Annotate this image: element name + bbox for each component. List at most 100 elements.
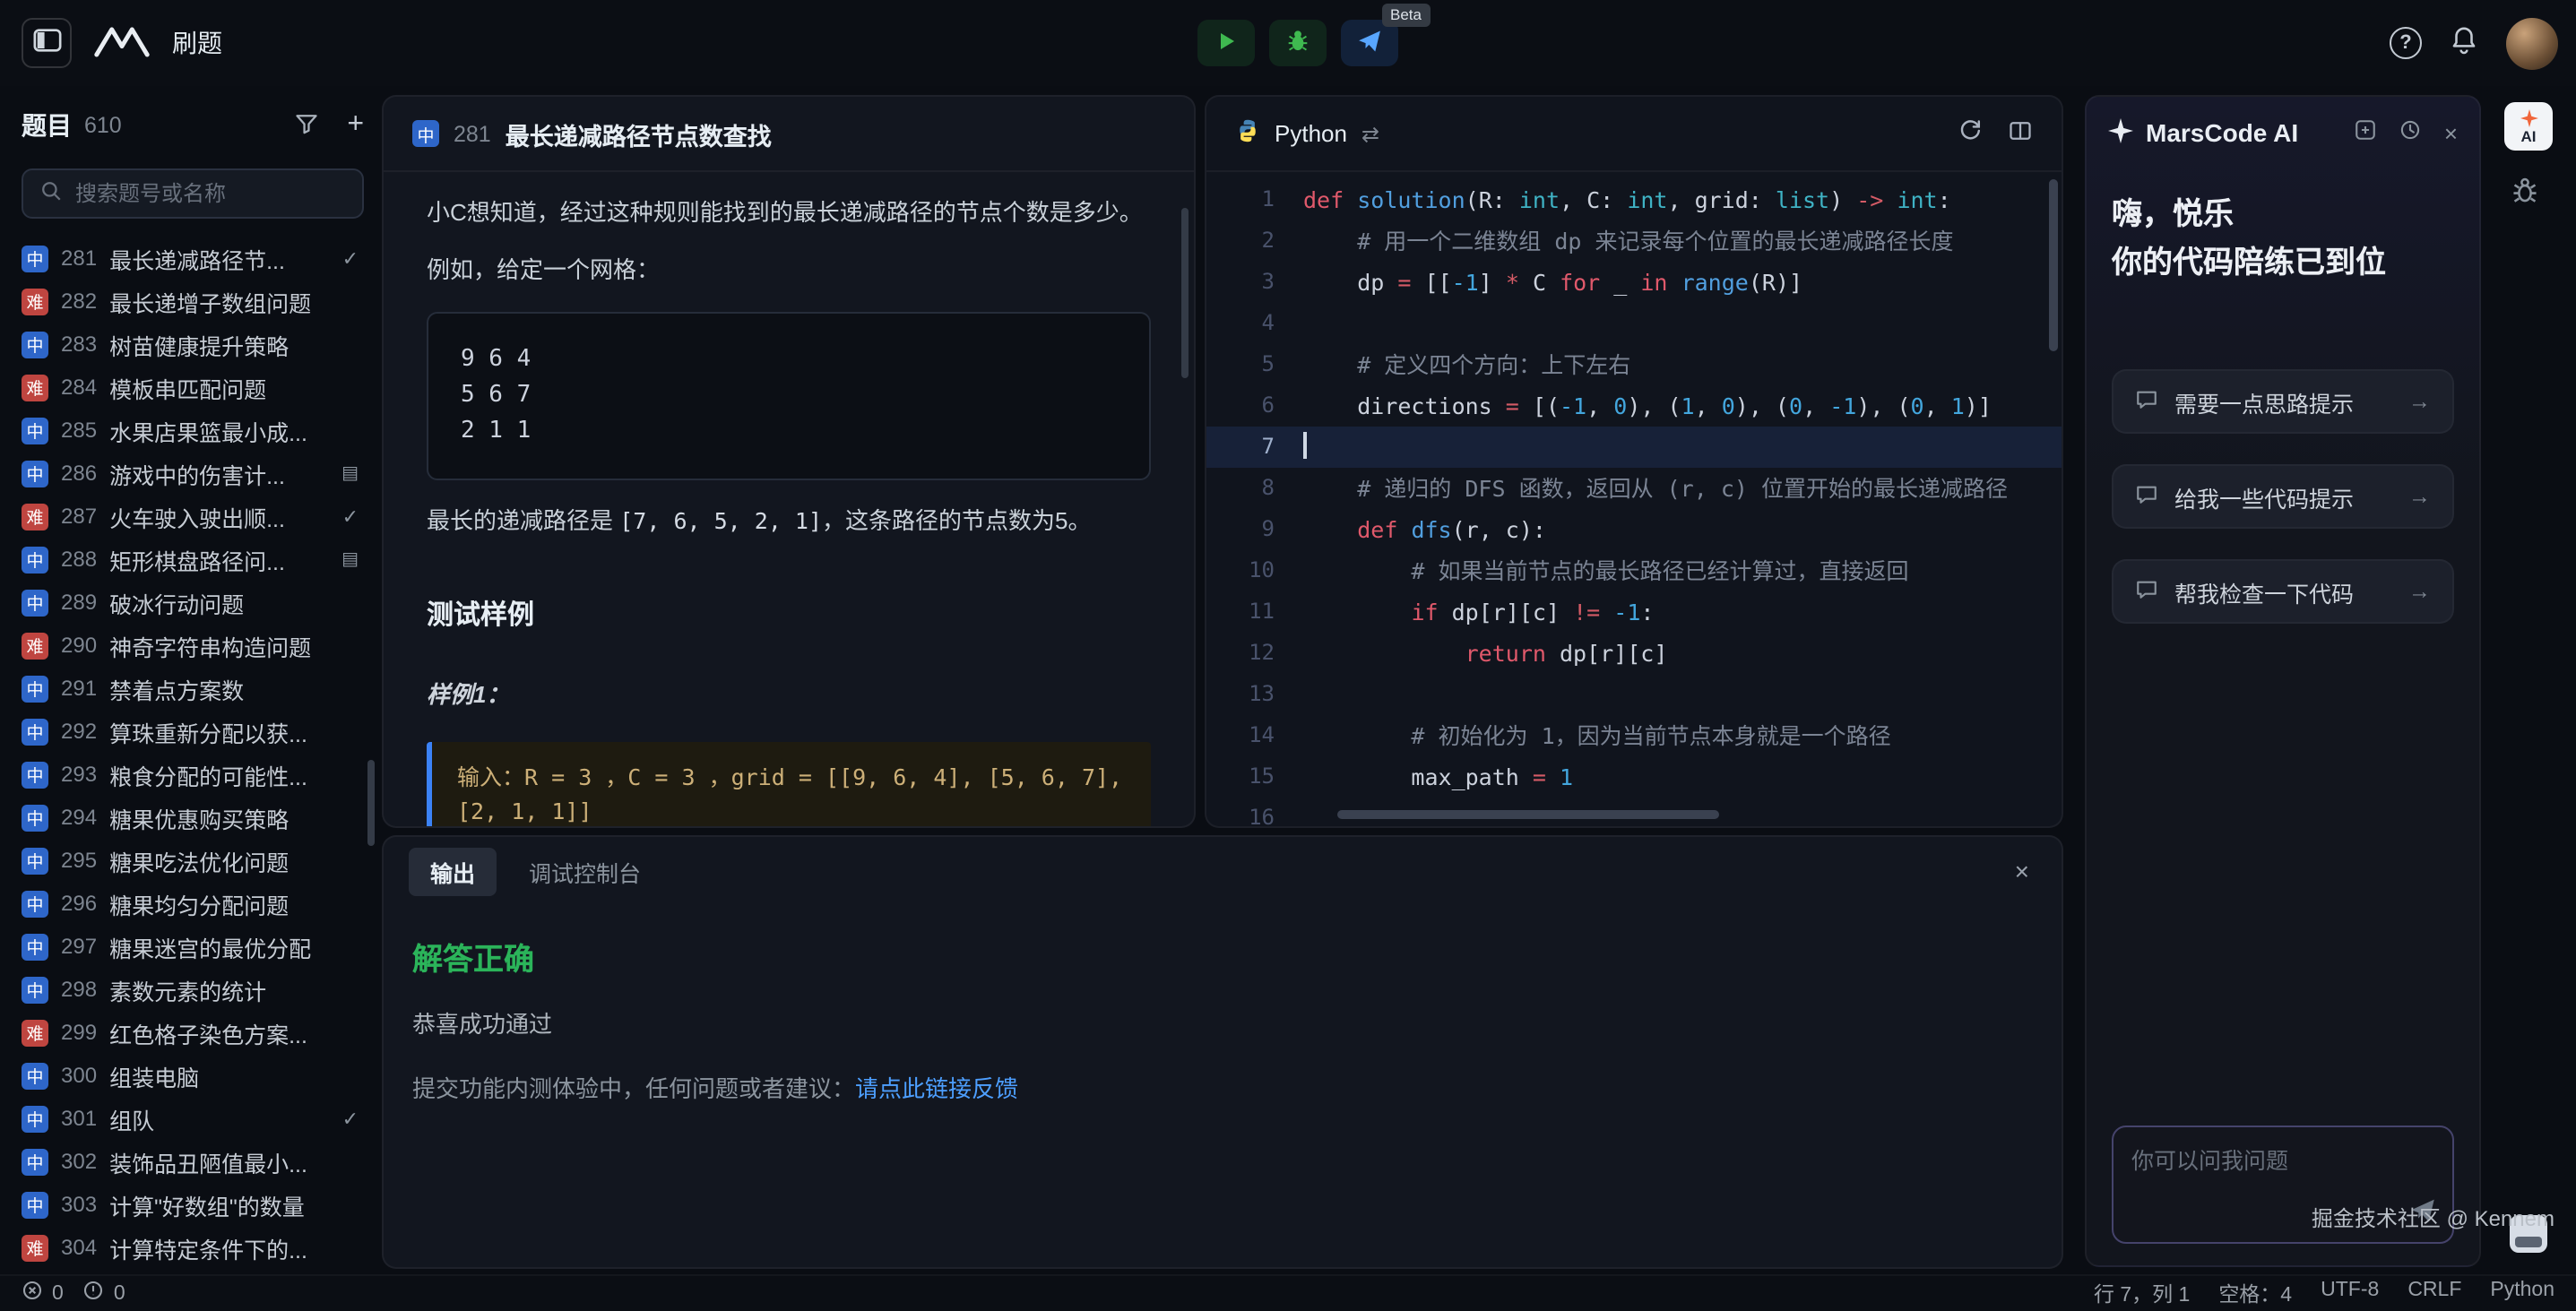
editor-horizontal-scrollbar[interactable] bbox=[1337, 810, 1719, 819]
problem-list-item[interactable]: 中 300 组装电脑 bbox=[22, 1054, 364, 1097]
logo-icon bbox=[93, 22, 151, 64]
problem-list-item[interactable]: 难 287 火车驶入驶出顺... ✓ bbox=[22, 495, 364, 538]
marscode-header: MarsCode AI × bbox=[2087, 97, 2479, 168]
problem-title: 禁着点方案数 bbox=[109, 671, 364, 705]
problem-list-item[interactable]: 中 296 糖果均匀分配问题 bbox=[22, 882, 364, 925]
close-marscode-icon[interactable]: × bbox=[2444, 119, 2458, 146]
problem-list-item[interactable]: 中 294 糖果优惠购买策略 bbox=[22, 796, 364, 839]
sidebar-scrollbar[interactable] bbox=[367, 760, 375, 846]
problem-list-item[interactable]: 难 290 神奇字符串构造问题 bbox=[22, 624, 364, 667]
statusbar-right: 行 7，列 1 空格：4 UTF-8 CRLF Python bbox=[2094, 1279, 2554, 1307]
problem-list-item[interactable]: 中 286 游戏中的伤害计... ▤ bbox=[22, 452, 364, 495]
output-body: 解答正确 恭喜成功通过 提交功能内测体验中，任何问题或者建议：请点此链接反馈 bbox=[384, 905, 2062, 1111]
chat-bubble-icon bbox=[2135, 387, 2158, 416]
cursor-position[interactable]: 行 7，列 1 bbox=[2094, 1279, 2190, 1307]
eol-setting[interactable]: CRLF bbox=[2407, 1279, 2461, 1307]
feedback-link[interactable]: 请点此链接反馈 bbox=[855, 1075, 1018, 1102]
notifications-bell-icon[interactable] bbox=[2449, 25, 2479, 61]
layout-icon[interactable] bbox=[2008, 118, 2033, 149]
problem-list-item[interactable]: 中 293 粮食分配的可能性... bbox=[22, 753, 364, 796]
problem-status-icon: ▤ bbox=[341, 463, 359, 483]
suggestion-review-button[interactable]: 帮我检查一下代码 → bbox=[2112, 559, 2454, 624]
history-icon[interactable] bbox=[2399, 118, 2423, 147]
problem-list-item[interactable]: 中 283 树苗健康提升策略 bbox=[22, 323, 364, 366]
problem-id: 295 bbox=[61, 848, 97, 873]
code-line[interactable]: 11 if dp[r][c] != -1: bbox=[1206, 591, 2062, 633]
run-button[interactable] bbox=[1197, 20, 1255, 66]
code-line[interactable]: 12 return dp[r][c] bbox=[1206, 633, 2062, 674]
filter-icon[interactable] bbox=[293, 110, 318, 141]
problem-list-item[interactable]: 中 302 装饰品丑陋值最小... bbox=[22, 1140, 364, 1183]
topbar-right: ? bbox=[2390, 0, 2558, 86]
sidebar-toggle-button[interactable] bbox=[22, 18, 72, 68]
problem-list-item[interactable]: 中 281 最长递减路径节... ✓ bbox=[22, 237, 364, 280]
problem-id: 296 bbox=[61, 891, 97, 916]
help-icon[interactable]: ? bbox=[2390, 27, 2422, 59]
user-avatar[interactable] bbox=[2506, 17, 2558, 69]
code-line[interactable]: 5 # 定义四个方向：上下左右 bbox=[1206, 344, 2062, 385]
chat-input[interactable] bbox=[2131, 1142, 2434, 1210]
code-line[interactable]: 6 directions = [(-1, 0), (1, 0), (0, -1)… bbox=[1206, 385, 2062, 427]
code-line[interactable]: 9 def dfs(r, c): bbox=[1206, 509, 2062, 550]
problem-title: 糖果均匀分配问题 bbox=[109, 886, 364, 920]
suggestion-hint-button[interactable]: 需要一点思路提示 → bbox=[2112, 369, 2454, 434]
submit-button[interactable]: Beta bbox=[1341, 20, 1398, 66]
problem-list-item[interactable]: 中 298 素数元素的统计 bbox=[22, 968, 364, 1011]
language-mode[interactable]: Python bbox=[2490, 1279, 2554, 1307]
tab-debug-console[interactable]: 调试控制台 bbox=[529, 854, 641, 888]
problem-list-item[interactable]: 难 299 红色格子染色方案... bbox=[22, 1011, 364, 1054]
problem-list-item[interactable]: 中 288 矩形棋盘路径问... ▤ bbox=[22, 538, 364, 581]
code-line[interactable]: 15 max_path = 1 bbox=[1206, 756, 2062, 798]
problem-title: 最长递减路径节... bbox=[109, 241, 330, 275]
close-output-icon[interactable]: × bbox=[2008, 857, 2036, 885]
language-tab[interactable]: Python bbox=[1275, 120, 1347, 147]
app-title: 刷题 bbox=[172, 25, 222, 61]
code-line[interactable]: 1def solution(R: int, C: int, grid: list… bbox=[1206, 179, 2062, 220]
tab-output[interactable]: 输出 bbox=[409, 847, 497, 895]
new-chat-icon[interactable] bbox=[2355, 118, 2378, 147]
problems-summary[interactable]: 0 0 bbox=[22, 1280, 136, 1307]
search-input[interactable] bbox=[75, 181, 346, 206]
difficulty-badge: 中 bbox=[22, 1148, 48, 1175]
problem-list-item[interactable]: 难 282 最长递增子数组问题 bbox=[22, 280, 364, 323]
code-line[interactable]: 7 bbox=[1206, 427, 2062, 468]
problem-list-item[interactable]: 中 295 糖果吃法优化问题 bbox=[22, 839, 364, 882]
code-lines: 1def solution(R: int, C: int, grid: list… bbox=[1206, 172, 2062, 828]
difficulty-badge: 中 bbox=[22, 761, 48, 788]
problem-scrollbar[interactable] bbox=[1181, 208, 1189, 378]
editor-tabbar: Python ⇄ bbox=[1206, 97, 2062, 172]
reset-code-icon[interactable] bbox=[1958, 118, 1983, 149]
problem-list-item[interactable]: 中 297 糖果迷宫的最优分配 bbox=[22, 925, 364, 968]
code-line[interactable]: 14 # 初始化为 1，因为当前节点本身就是一个路径 bbox=[1206, 715, 2062, 756]
problem-list-item[interactable]: 难 284 模板串匹配问题 bbox=[22, 366, 364, 409]
code-line[interactable]: 2 # 用一个二维数组 dp 来记录每个位置的最长递减路径长度 bbox=[1206, 220, 2062, 262]
problem-list-item[interactable]: 中 285 水果店果篮最小成... bbox=[22, 409, 364, 452]
editor-vertical-scrollbar[interactable] bbox=[2049, 179, 2058, 351]
problem-list-item[interactable]: 中 289 破冰行动问题 bbox=[22, 581, 364, 624]
arrow-right-icon: → bbox=[2408, 579, 2431, 604]
code-line[interactable]: 10 # 如果当前节点的最长路径已经计算过，直接返回 bbox=[1206, 550, 2062, 591]
debug-button[interactable] bbox=[1269, 20, 1327, 66]
problem-list-item[interactable]: 中 301 组队 ✓ bbox=[22, 1097, 364, 1140]
marscode-ai-activity-icon[interactable]: AI bbox=[2504, 102, 2553, 151]
code-line[interactable]: 3 dp = [[-1] * C for _ in range(R)] bbox=[1206, 262, 2062, 303]
encoding[interactable]: UTF-8 bbox=[2321, 1279, 2379, 1307]
problem-list-item[interactable]: 难 304 计算特定条件下的... bbox=[22, 1226, 364, 1269]
suggestion-code-hint-button[interactable]: 给我一些代码提示 → bbox=[2112, 464, 2454, 529]
sidebar-header: 题目 610 + bbox=[22, 100, 364, 151]
line-number: 8 bbox=[1206, 468, 1303, 509]
problem-list-item[interactable]: 中 292 算珠重新分配以获... bbox=[22, 710, 364, 753]
language-switch-icon[interactable]: ⇄ bbox=[1361, 121, 1379, 146]
add-problem-icon[interactable]: + bbox=[347, 111, 364, 140]
problem-list-item[interactable]: 中 303 计算"好数组"的数量 bbox=[22, 1183, 364, 1226]
debug-activity-icon[interactable] bbox=[2510, 176, 2540, 211]
problem-list-item[interactable]: 中 291 禁着点方案数 bbox=[22, 667, 364, 710]
editor-actions bbox=[1958, 118, 2033, 149]
code-line[interactable]: 8 # 递归的 DFS 函数，返回从 (r, c) 位置开始的最长递减路径 bbox=[1206, 468, 2062, 509]
code-line[interactable]: 4 bbox=[1206, 303, 2062, 344]
indent-setting[interactable]: 空格：4 bbox=[2218, 1279, 2292, 1307]
output-tabbar: 输出 调试控制台 × bbox=[384, 837, 2062, 905]
code-line[interactable]: 13 bbox=[1206, 674, 2062, 715]
problem-id: 293 bbox=[61, 762, 97, 787]
problem-title: 火车驶入驶出顺... bbox=[109, 499, 330, 533]
